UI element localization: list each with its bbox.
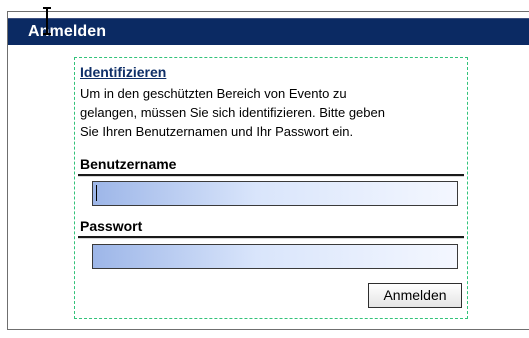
intro-line: gelangen, müssen Sie sich identifizieren… — [80, 105, 385, 120]
password-label-divider — [78, 236, 464, 239]
password-field[interactable] — [92, 244, 458, 269]
panel-header: Anmelden — [8, 18, 529, 45]
right-margin — [470, 45, 529, 329]
username-label: Benutzername — [80, 156, 177, 172]
identify-section-title: Identifizieren — [80, 64, 167, 80]
login-button[interactable]: Anmelden — [368, 283, 462, 308]
login-page: Anmelden Identifizieren Um in den geschü… — [0, 0, 529, 338]
left-margin — [8, 45, 70, 329]
text-cursor-icon — [42, 7, 52, 35]
username-field[interactable] — [92, 181, 458, 206]
intro-line: Um in den geschützten Bereich von Evento… — [80, 86, 347, 101]
username-label-divider — [78, 174, 464, 177]
password-label: Passwort — [80, 218, 143, 234]
intro-line: Sie Ihren Benutzernamen und Ihr Passwort… — [80, 124, 354, 139]
intro-text: Um in den geschützten Bereich von Evento… — [80, 84, 460, 141]
username-caret — [96, 185, 97, 201]
header-title: Anmelden — [28, 23, 107, 40]
